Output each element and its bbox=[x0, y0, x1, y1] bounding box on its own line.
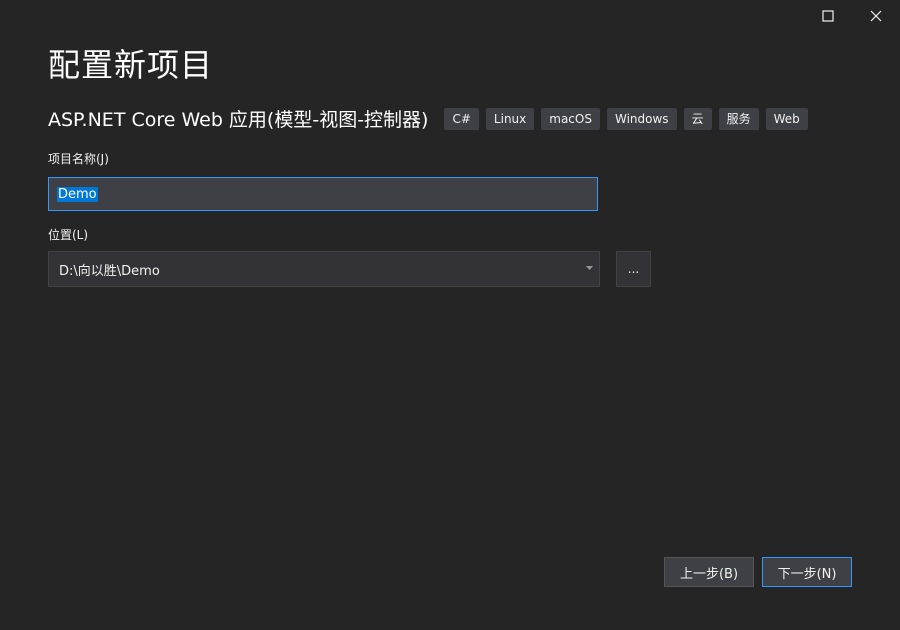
dropdown-arrow-icon[interactable] bbox=[586, 266, 593, 270]
project-name-input[interactable]: Demo bbox=[48, 177, 598, 211]
maximize-button[interactable] bbox=[804, 0, 852, 32]
window-controls bbox=[804, 0, 900, 32]
tag-windows: Windows bbox=[606, 107, 677, 130]
page-title: 配置新项目 bbox=[48, 46, 214, 84]
location-combobox[interactable]: D:\向以胜\Demo bbox=[48, 251, 600, 287]
location-value: D:\向以胜\Demo bbox=[59, 263, 160, 279]
tag-cloud: 云 bbox=[683, 107, 712, 130]
project-name-label: 项目名称(J) bbox=[48, 152, 109, 166]
previous-button[interactable]: 上一步(B) bbox=[664, 557, 754, 587]
project-name-value: Demo bbox=[57, 186, 98, 202]
location-label: 位置(L) bbox=[48, 228, 89, 242]
tag-service: 服务 bbox=[718, 107, 759, 130]
tag-linux: Linux bbox=[485, 107, 535, 130]
configure-project-window: 配置新项目 ASP.NET Core Web 应用(模型-视图-控制器) C# … bbox=[0, 0, 900, 630]
maximize-icon bbox=[822, 10, 834, 22]
template-header: ASP.NET Core Web 应用(模型-视图-控制器) C# Linux … bbox=[48, 105, 815, 132]
close-button[interactable] bbox=[852, 0, 900, 32]
close-icon bbox=[870, 10, 882, 22]
tag-web: Web bbox=[765, 107, 808, 130]
tag-csharp: C# bbox=[444, 107, 479, 130]
browse-button[interactable]: ... bbox=[616, 251, 651, 287]
tag-macos: macOS bbox=[541, 107, 600, 130]
template-name: ASP.NET Core Web 应用(模型-视图-控制器) bbox=[48, 109, 429, 131]
template-tags: C# Linux macOS Windows 云 服务 Web bbox=[444, 107, 814, 130]
next-button[interactable]: 下一步(N) bbox=[762, 557, 852, 587]
